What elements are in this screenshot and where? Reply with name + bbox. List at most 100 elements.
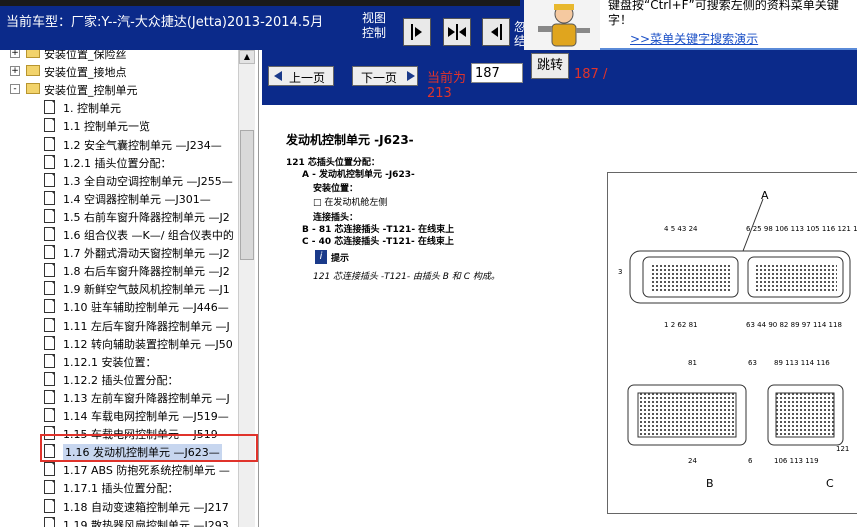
- tree-doc-item[interactable]: 1.17 ABS 防抱死系统控制单元 —: [0, 460, 238, 478]
- document-icon: [44, 209, 55, 223]
- tree-item-label: 1. 控制单元: [63, 102, 121, 115]
- tree-item-label: 1.10 驻车辅助控制单元 —J446—: [63, 301, 229, 314]
- doc-line: □ 在发动机舱左侧: [313, 198, 388, 208]
- doc-line: 提示: [331, 254, 350, 264]
- document-icon: [44, 318, 55, 332]
- pin-label: 63: [748, 359, 757, 367]
- tree-folder-item[interactable]: + 安装位置_保险丝: [0, 50, 238, 62]
- tree-doc-item[interactable]: 1.17.1 插头位置分配：: [0, 478, 238, 496]
- selection-highlight-box: [40, 434, 258, 462]
- expand-icon[interactable]: +: [10, 50, 20, 58]
- tree-item-label: 1.2 安全气囊控制单元 —J234—: [63, 139, 222, 152]
- prev-arrow-icon: [274, 71, 282, 81]
- document-title: 发动机控制单元 -J623-: [286, 133, 414, 147]
- tree-doc-item[interactable]: 1.12.1 安装位置：: [0, 352, 238, 370]
- page-number-input[interactable]: [471, 63, 523, 83]
- tree-doc-item[interactable]: 1.19 散热器风扇控制单元 —J293: [0, 515, 238, 527]
- pin-label: 81: [688, 359, 697, 367]
- doc-line: A - 发动机控制单元 -J623-: [302, 170, 415, 180]
- document-icon: [44, 372, 55, 386]
- pin-label-row: 4 5 43 24: [664, 225, 698, 233]
- tree-doc-item[interactable]: 1.6 组合仪表 —K—/ 组合仪表中的: [0, 225, 238, 243]
- page-total-a: 187 /: [574, 67, 608, 82]
- left-pane-icon: [411, 24, 422, 40]
- tree-doc-item[interactable]: 1.2 安全气囊控制单元 —J234—: [0, 135, 238, 153]
- document-icon: [44, 281, 55, 295]
- tree-doc-item[interactable]: 1.13 左前车窗升降器控制单元 —J: [0, 388, 238, 406]
- tree-item-label: 1.4 空调器控制单元 —J301—: [63, 193, 211, 206]
- document-icon: [44, 155, 55, 169]
- view-right-pane-button[interactable]: [482, 18, 510, 46]
- tree-item-label: 1.5 右前车窗升降器控制单元 —J2: [63, 211, 230, 224]
- tree-item-label: 1.1 控制单元一览: [63, 120, 150, 133]
- pin-label-row: 6 25 98 106 113 105 116 121 117: [746, 225, 857, 233]
- document-icon: [44, 118, 55, 132]
- pin-label: 121: [836, 445, 850, 453]
- tree-doc-item[interactable]: 1.14 车载电网控制单元 —J519—: [0, 406, 238, 424]
- document-icon: [44, 191, 55, 205]
- tree-doc-item[interactable]: 1.7 外翻式滑动天窗控制单元 —J2: [0, 243, 238, 261]
- tree-item-label: 1.18 自动变速箱控制单元 —J217: [63, 501, 229, 514]
- tree-doc-item[interactable]: 1.10 驻车辅助控制单元 —J446—: [0, 297, 238, 315]
- collapse-icon[interactable]: -: [10, 84, 20, 94]
- view-split-button[interactable]: [443, 18, 471, 46]
- mascot-image: [524, 0, 604, 50]
- scroll-thumb[interactable]: [240, 130, 254, 260]
- vehicle-title: 当前车型：厂家:Y--汽-大众捷达(Jetta)2013-2014.5月: [6, 15, 324, 30]
- prev-page-button[interactable]: 上一页: [268, 66, 334, 86]
- tree-doc-item[interactable]: 1.4 空调器控制单元 —J301—: [0, 189, 238, 207]
- tree-doc-item[interactable]: 1.12 转向辅助装置控制单元 —J50: [0, 334, 238, 352]
- doc-line: 121 芯连接插头 -T121- 由插头 B 和 C 构成。: [313, 272, 500, 282]
- diagram-label-c: C: [826, 477, 834, 490]
- mechanic-mascot-icon: [538, 4, 590, 47]
- tree-item-label: 1.19 散热器风扇控制单元 —J293: [63, 519, 229, 527]
- folder-icon: [26, 50, 40, 58]
- tree-item-label: 1.12.2 插头位置分配：: [63, 374, 179, 387]
- document-icon: [44, 462, 55, 476]
- tree-item-label: 1.7 外翻式滑动天窗控制单元 —J2: [63, 247, 230, 260]
- tree-item-label: 1.11 左后车窗升降器控制单元 —J: [63, 320, 230, 333]
- search-demo-link[interactable]: >>菜单关键字搜索演示: [630, 30, 758, 47]
- tree-item-label: 安装位置_保险丝: [44, 50, 127, 61]
- tree-doc-item[interactable]: 1.18 自动变速箱控制单元 —J217: [0, 497, 238, 515]
- tree-item-label: 1.8 右后车窗升降器控制单元 —J2: [63, 265, 230, 278]
- current-page-label: 当前为: [427, 71, 467, 86]
- info-icon: i: [315, 250, 327, 264]
- next-page-button[interactable]: 下一页: [352, 66, 418, 86]
- tree-doc-item[interactable]: 1.8 右后车窗升降器控制单元 —J2: [0, 261, 238, 279]
- folder-icon: [26, 83, 40, 94]
- diagram-label-b: B: [706, 477, 714, 490]
- tree-doc-item[interactable]: 1.1 控制单元一览: [0, 116, 238, 134]
- document-icon: [44, 100, 55, 114]
- expand-icon[interactable]: +: [10, 66, 20, 76]
- view-control-label: 视图控制: [362, 11, 387, 40]
- tree-folder-item[interactable]: - 安装位置_控制单元: [0, 80, 238, 98]
- tree-doc-item[interactable]: 1. 控制单元: [0, 98, 238, 116]
- hint-text: 键盘按“Ctrl+F”可搜索左侧的资料菜单关键字！: [608, 0, 839, 27]
- tree-doc-item[interactable]: 1.2.1 插头位置分配：: [0, 153, 238, 171]
- hint-box: 键盘按“Ctrl+F”可搜索左侧的资料菜单关键字！ >>菜单关键字搜索演示: [600, 0, 857, 50]
- tree-item-label: 1.14 车载电网控制单元 —J519—: [63, 410, 229, 423]
- go-button[interactable]: 跳转: [531, 53, 569, 79]
- right-pane-icon: [491, 24, 502, 40]
- pin-label-row: 1 2 62 81: [664, 321, 698, 329]
- doc-line: 安装位置：: [313, 184, 359, 194]
- tree-doc-item[interactable]: 1.5 右前车窗升降器控制单元 —J2: [0, 207, 238, 225]
- document-icon: [44, 390, 55, 404]
- view-left-pane-button[interactable]: [403, 18, 431, 46]
- scroll-up-arrow-icon[interactable]: ▲: [239, 50, 255, 64]
- document-icon: [44, 480, 55, 494]
- tree-item-label: 1.12 转向辅助装置控制单元 —J50: [63, 338, 233, 351]
- tree-doc-item[interactable]: 1.12.2 插头位置分配：: [0, 370, 238, 388]
- tree-item-label: 1.17.1 插头位置分配：: [63, 482, 179, 495]
- tree-folder-item[interactable]: + 安装位置_接地点: [0, 62, 238, 80]
- document-icon: [44, 354, 55, 368]
- document-icon: [44, 137, 55, 151]
- tree-doc-item[interactable]: 1.11 左后车窗升降器控制单元 —J: [0, 316, 238, 334]
- tree-doc-item[interactable]: 1.3 全自动空调控制单元 —J255—: [0, 171, 238, 189]
- document-icon: [44, 299, 55, 313]
- document-icon: [44, 517, 55, 527]
- document-icon: [44, 263, 55, 277]
- tree-doc-item[interactable]: 1.9 新鲜空气鼓风机控制单元 —J1: [0, 279, 238, 297]
- document-icon: [44, 336, 55, 350]
